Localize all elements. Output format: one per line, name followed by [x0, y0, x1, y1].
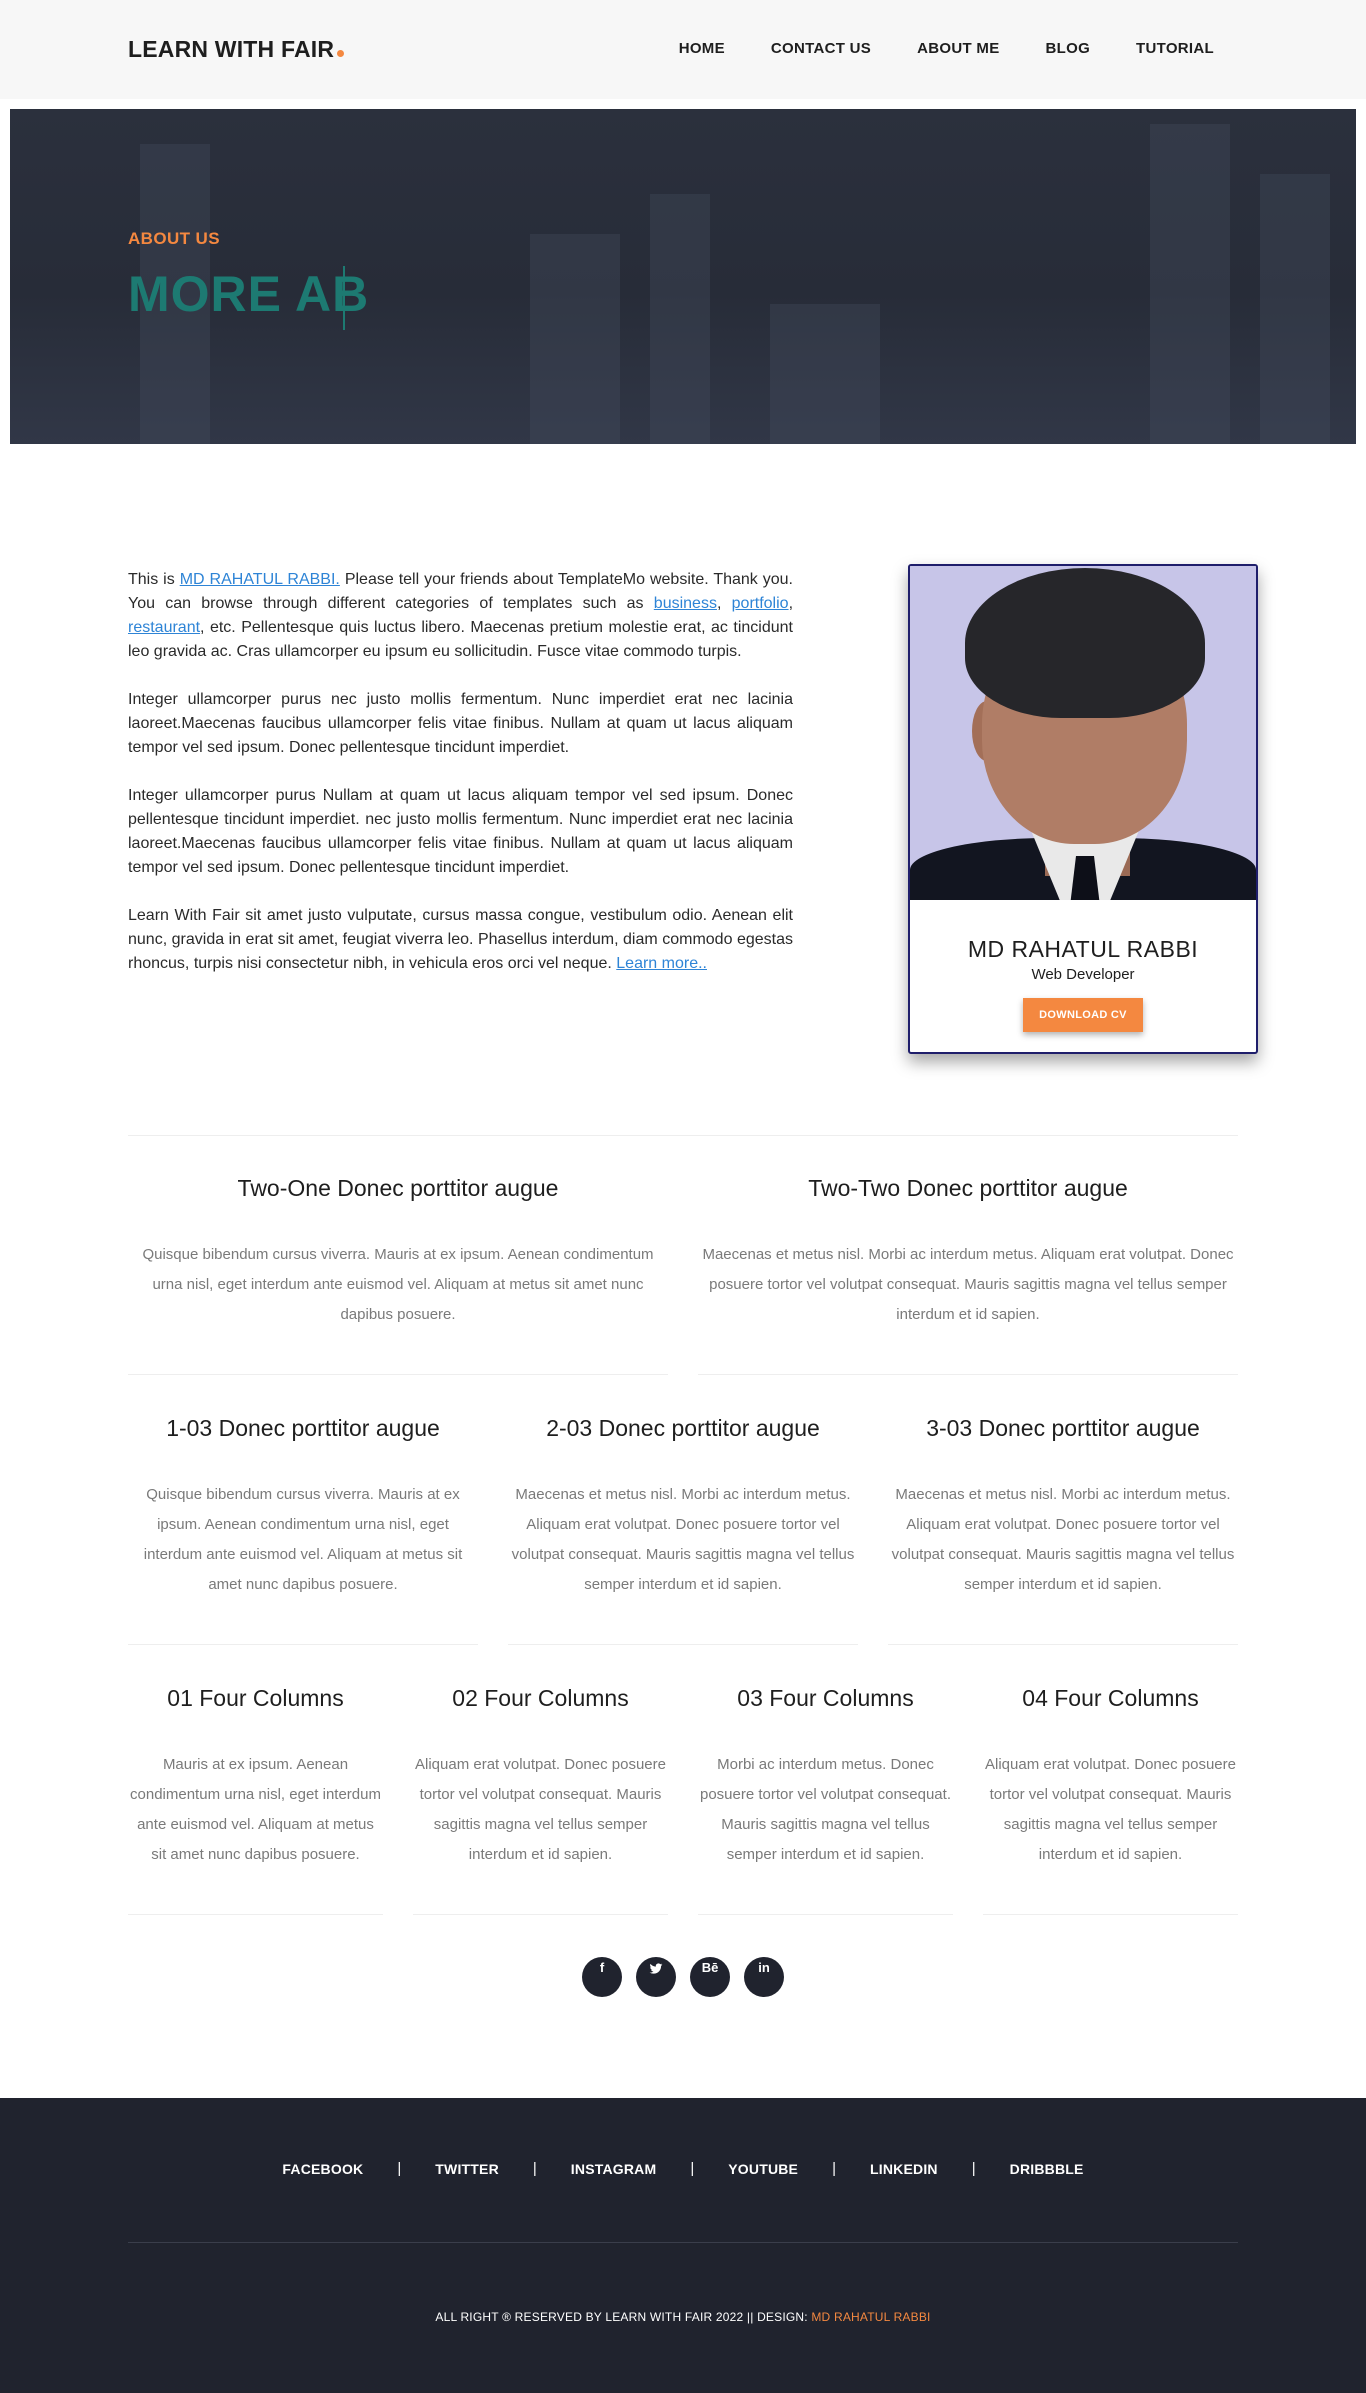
about-text-segment: This is [128, 571, 180, 588]
column-divider [698, 1374, 1238, 1375]
about-paragraph: This is MD RAHATUL RABBI. Please tell yo… [128, 568, 793, 664]
nav-about-me[interactable]: ABOUT ME [917, 40, 999, 57]
designer-link[interactable]: MD RAHATUL RABBI [811, 2310, 930, 2324]
portfolio-link[interactable]: portfolio [732, 595, 789, 612]
site-logo[interactable]: LEARN WITH FAIR [128, 36, 345, 63]
column-text: Quisque bibendum cursus viverra. Mauris … [142, 1246, 654, 1323]
column-divider [128, 1914, 383, 1915]
column-text: Maecenas et metus nisl. Morbi ac interdu… [702, 1246, 1234, 1323]
hero-title: MORE AB [128, 266, 370, 322]
column-title: Two-One Donec porttitor augue [237, 1175, 559, 1201]
column-divider [888, 1644, 1238, 1645]
twitter-icon[interactable] [636, 1957, 676, 1997]
four-col-card-3: 03 Four Columns Morbi ac interdum metus.… [698, 1684, 953, 1870]
linkedin-icon[interactable]: in [744, 1957, 784, 1997]
twitter-bird-icon [649, 1963, 663, 1974]
column-text: Morbi ac interdum metus. Donec posuere t… [700, 1756, 951, 1863]
footer-link-youtube[interactable]: YOUTUBE [728, 2161, 798, 2177]
profile-photo [910, 566, 1256, 900]
behance-icon[interactable]: Bē [690, 1957, 730, 1997]
footer-divider [128, 2242, 1238, 2243]
footer-link-twitter[interactable]: TWITTER [435, 2161, 499, 2177]
city-skyline-decoration [770, 304, 880, 444]
about-text: This is MD RAHATUL RABBI. Please tell yo… [128, 568, 793, 1000]
footer-separator: | [832, 2160, 837, 2177]
hero-subtitle: ABOUT US [128, 229, 220, 248]
business-link[interactable]: business [654, 595, 717, 612]
column-divider [698, 1914, 953, 1915]
profile-name: MD RAHATUL RABBI [967, 936, 1199, 962]
four-col-card-2: 02 Four Columns Aliquam erat volutpat. D… [413, 1684, 668, 1870]
footer-separator: | [532, 2160, 537, 2177]
facebook-icon[interactable]: f [582, 1957, 622, 1997]
learn-more-link[interactable]: Learn more.. [616, 955, 707, 972]
about-paragraph: Learn With Fair sit amet justo vulputate… [128, 904, 793, 976]
column-divider [508, 1644, 858, 1645]
column-title: 2-03 Donec porttitor augue [546, 1415, 820, 1441]
profile-role: Web Developer [1031, 966, 1135, 983]
footer-link-facebook[interactable]: FACEBOOK [282, 2161, 363, 2177]
about-text-segment: , [788, 595, 794, 612]
section-divider [128, 1135, 1238, 1136]
column-title: 04 Four Columns [1022, 1685, 1199, 1711]
footer-link-linkedin[interactable]: LINKEDIN [870, 2161, 938, 2177]
column-text: Aliquam erat volutpat. Donec posuere tor… [985, 1756, 1236, 1863]
site-footer: FACEBOOK | TWITTER | INSTAGRAM | YOUTUBE… [0, 2098, 1366, 2393]
city-skyline-decoration [1150, 124, 1230, 444]
column-divider [128, 1644, 478, 1645]
about-text-segment: , etc. Pellentesque quis luctus libero. … [128, 619, 793, 660]
column-title: 02 Four Columns [452, 1685, 629, 1711]
four-col-card-1: 01 Four Columns Mauris at ex ipsum. Aene… [128, 1684, 383, 1870]
two-col-card-2: Two-Two Donec porttitor augue Maecenas e… [698, 1174, 1238, 1330]
main-nav: HOME CONTACT US ABOUT ME BLOG TUTORIAL [633, 40, 1214, 57]
column-title: 1-03 Donec porttitor augue [166, 1415, 440, 1441]
profile-card: MD RAHATUL RABBI Web Developer DOWNLOAD … [908, 564, 1258, 1054]
three-col-card-2: 2-03 Donec porttitor augue Maecenas et m… [508, 1414, 858, 1600]
column-text: Quisque bibendum cursus viverra. Mauris … [143, 1486, 463, 1593]
footer-separator: | [690, 2160, 695, 2177]
column-divider [128, 1374, 668, 1375]
column-title: 3-03 Donec porttitor augue [926, 1415, 1200, 1441]
column-title: 03 Four Columns [737, 1685, 914, 1711]
footer-copyright: ALL RIGHT ® RESERVED BY LEARN WITH FAIR … [0, 2310, 1366, 2324]
footer-separator: | [397, 2160, 402, 2177]
nav-blog[interactable]: BLOG [1046, 40, 1091, 57]
city-skyline-decoration [650, 194, 710, 444]
footer-separator: | [971, 2160, 976, 2177]
column-divider [983, 1914, 1238, 1915]
restaurant-link[interactable]: restaurant [128, 619, 200, 636]
typing-cursor [343, 266, 345, 330]
footer-link-instagram[interactable]: INSTAGRAM [571, 2161, 657, 2177]
hero-banner: ABOUT US MORE AB [10, 109, 1356, 444]
footer-link-dribbble[interactable]: DRIBBBLE [1010, 2161, 1084, 2177]
four-col-card-4: 04 Four Columns Aliquam erat volutpat. D… [983, 1684, 1238, 1870]
copyright-text: ALL RIGHT ® RESERVED BY LEARN WITH FAIR … [435, 2310, 812, 2324]
footer-links: FACEBOOK | TWITTER | INSTAGRAM | YOUTUBE… [0, 2160, 1366, 2177]
three-col-card-3: 3-03 Donec porttitor augue Maecenas et m… [888, 1414, 1238, 1600]
about-text-segment: , [716, 595, 732, 612]
three-col-card-1: 1-03 Donec porttitor augue Quisque biben… [128, 1414, 478, 1600]
logo-text[interactable]: LEARN WITH FAIR [128, 36, 334, 62]
about-paragraph: Integer ullamcorper purus Nullam at quam… [128, 787, 793, 876]
column-title: Two-Two Donec porttitor augue [808, 1175, 1128, 1201]
city-skyline-decoration [1260, 174, 1330, 444]
download-cv-button[interactable]: DOWNLOAD CV [1023, 998, 1143, 1032]
nav-contact-us[interactable]: CONTACT US [771, 40, 871, 57]
site-header: LEARN WITH FAIR HOME CONTACT US ABOUT ME… [0, 0, 1366, 99]
column-divider [413, 1914, 668, 1915]
nav-tutorial[interactable]: TUTORIAL [1136, 40, 1214, 57]
column-text: Aliquam erat volutpat. Donec posuere tor… [415, 1756, 666, 1863]
author-name-link[interactable]: MD RAHATUL RABBI. [180, 571, 340, 588]
column-text: Mauris at ex ipsum. Aenean condimentum u… [130, 1756, 381, 1863]
logo-dot-icon [337, 50, 345, 57]
column-title: 01 Four Columns [167, 1685, 344, 1711]
city-skyline-decoration [530, 234, 620, 444]
nav-home[interactable]: HOME [679, 40, 725, 57]
social-icons: f Bē in [582, 1957, 784, 1997]
about-paragraph: Integer ullamcorper purus nec justo moll… [128, 691, 793, 756]
column-text: Maecenas et metus nisl. Morbi ac interdu… [891, 1486, 1235, 1593]
two-col-card-1: Two-One Donec porttitor augue Quisque bi… [128, 1174, 668, 1330]
photo-part [965, 568, 1205, 718]
column-text: Maecenas et metus nisl. Morbi ac interdu… [511, 1486, 855, 1593]
